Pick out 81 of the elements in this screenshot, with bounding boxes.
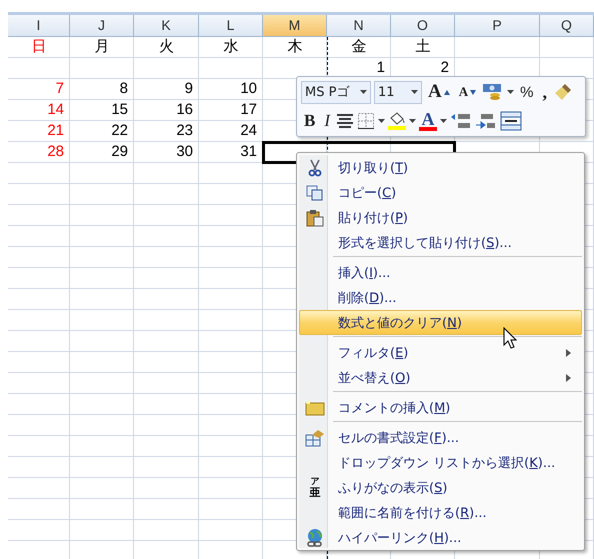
table-cell-text: 30 [175, 142, 194, 162]
table-cell-text: 29 [110, 142, 129, 162]
furigana-icon: ア 亜 [310, 478, 320, 498]
table-cell-text: 日 [30, 37, 48, 57]
dropdown-caret-icon[interactable] [440, 118, 448, 123]
copy-icon [306, 184, 324, 200]
center-align-icon[interactable] [336, 112, 354, 129]
table-cell-text: 10 [239, 79, 258, 99]
font-color-button[interactable]: A [419, 110, 438, 131]
dropdown-caret-icon[interactable] [507, 90, 514, 94]
table-cell-text: 9 [184, 79, 194, 99]
dropdown-caret-icon[interactable] [411, 90, 418, 94]
menu-item[interactable]: 削除(D)... [299, 285, 582, 310]
dropdown-caret-icon[interactable] [378, 118, 386, 123]
table-cell-text: 8 [118, 79, 129, 99]
brush-icon[interactable] [552, 82, 573, 102]
menu-item[interactable]: ドロップダウン リストから選択(K)... [299, 450, 582, 475]
dropdown-caret-icon[interactable] [360, 90, 367, 94]
table-cell-text: 土 [414, 37, 432, 57]
font-name-field[interactable]: MS Pゴ [301, 80, 371, 104]
menu-item[interactable]: 形式を選択して貼り付け(S)... [299, 230, 582, 255]
down-triangle-icon [470, 90, 476, 95]
borders-icon[interactable] [357, 112, 376, 130]
menu-item[interactable]: 挿入(I)... [299, 260, 582, 285]
column-header[interactable]: Q [540, 15, 594, 37]
column-header[interactable]: I [8, 15, 70, 37]
font-size-field[interactable]: 11 [374, 80, 422, 104]
table-cell-text: 1 [376, 58, 386, 78]
menu-item[interactable]: コメントの挿入(M) [299, 395, 582, 420]
table-cell-text: 金 [350, 37, 368, 57]
table-cell-text: 16 [175, 100, 194, 120]
shrink-font-button[interactable]: A [456, 81, 480, 104]
column-header[interactable]: J [70, 15, 134, 37]
table-cell-text: 水 [222, 37, 240, 57]
menu-item[interactable]: 貼り付け(P) [299, 205, 582, 230]
column-header[interactable]: O [391, 15, 455, 37]
percent-style-button[interactable]: % [517, 81, 536, 104]
column-header[interactable]: M [263, 15, 327, 37]
column-header[interactable]: L [199, 15, 263, 37]
table-cell-text: 21 [46, 121, 65, 141]
menu-item[interactable]: ハイパーリンク(H)... [299, 525, 582, 550]
dropdown-caret-icon[interactable] [409, 118, 416, 123]
table-cell-text: 28 [46, 142, 65, 162]
up-triangle-icon [444, 90, 450, 95]
mouse-pointer-icon [503, 327, 517, 349]
submenu-arrow-icon [566, 374, 571, 382]
column-header[interactable]: P [455, 15, 540, 37]
table-cell-text: 17 [239, 100, 258, 120]
table-cell-text: 木 [286, 37, 304, 57]
italic-button[interactable]: I [321, 110, 334, 132]
merge-center-icon[interactable] [500, 110, 522, 131]
note-icon [305, 400, 325, 416]
column-header[interactable]: N [327, 15, 391, 37]
menu-item[interactable]: フィルタ(E) [299, 340, 582, 365]
table-cell-text: 月 [94, 37, 110, 57]
menu-item[interactable]: 数式と値のクリア(N) [299, 310, 582, 335]
menu-item[interactable]: 切り取り(T) [299, 155, 582, 180]
format-cells-icon [305, 428, 325, 446]
bold-button[interactable]: B [301, 110, 318, 132]
grow-font-button[interactable]: A [425, 81, 453, 104]
column-header[interactable]: K [134, 15, 199, 37]
comma-style-button[interactable]: , [539, 81, 550, 104]
menu-item[interactable]: セルの書式設定(F)... [299, 425, 582, 450]
menu-item[interactable]: コピー(C) [299, 180, 582, 205]
table-cell-text: 31 [239, 142, 258, 162]
submenu-arrow-icon [566, 348, 571, 356]
table-cell-text: 2 [440, 58, 450, 78]
table-cell-text: 15 [110, 100, 129, 120]
table-cell-text: 火 [158, 37, 175, 57]
menu-item[interactable]: ア 亜 ふりがなの表示(S) [299, 475, 582, 500]
menu-item[interactable]: 範囲に名前を付ける(R)... [299, 500, 582, 525]
table-cell-text: 22 [110, 121, 129, 141]
globe-link-icon [305, 528, 325, 548]
menu-item[interactable]: 並べ替え(O) [299, 365, 582, 390]
clipboard-icon [306, 208, 324, 226]
table-cell-text: 7 [54, 79, 65, 99]
table-cell-text: 24 [239, 121, 258, 141]
fill-color-button[interactable] [388, 112, 406, 130]
scissors-icon [308, 158, 322, 176]
table-cell-text: 23 [175, 121, 194, 141]
table-cell-text: 14 [46, 100, 65, 120]
